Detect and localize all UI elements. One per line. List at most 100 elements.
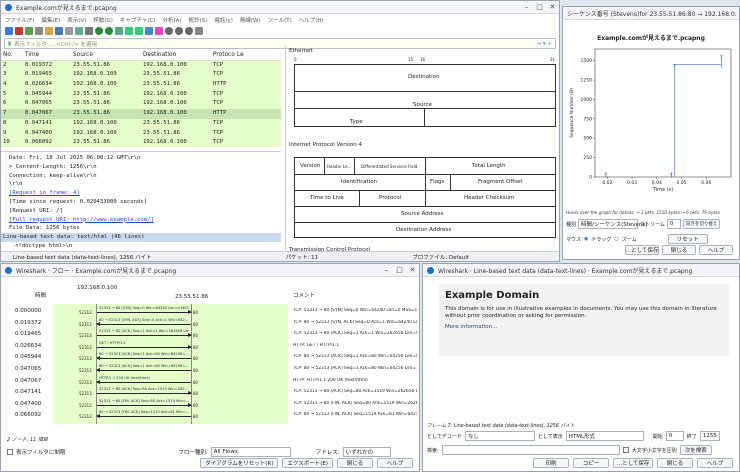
menu-analyze[interactable]: 分析(A) (162, 16, 181, 24)
close-button[interactable]: 閉じる (662, 245, 696, 255)
packet-row[interactable]: 6 0.047065 23.55.51.86 192.168.0.100 TCP (1, 99, 281, 110)
packet-row[interactable]: 8 0.047141 192.168.0.100 23.55.51.86 TCP (1, 118, 281, 129)
resize-columns-icon[interactable] (195, 27, 203, 35)
flow-row[interactable]: 0.019372 52313 80 80 → 52313 [SYN, ACK] Seq… (1, 318, 419, 329)
flow-row[interactable]: 0.047141 52313 80 52313 → 80 [ACK] Seq=80 A… (1, 387, 419, 398)
flow-type-select[interactable]: All Flows (210, 447, 291, 457)
close-icon[interactable]: ✕ (406, 266, 419, 274)
menu-file[interactable]: ファイル(F) (5, 16, 34, 24)
packet-details[interactable]: Date: Fri, 18 Jul 2025 06:08:12 GMT\r\n … (1, 151, 281, 257)
detail-link-request-frame[interactable]: [Request in frame: 4] (1, 189, 281, 198)
reset-diagram-button[interactable]: ダイアグラムをリセット(R) (200, 458, 279, 468)
flow-row[interactable]: 0.026634 52313 80 GET / HTTP/1.1 HTTP: GET /… (1, 341, 419, 352)
col-no[interactable]: No. (1, 51, 23, 60)
export-button[interactable]: エクスポート(E) (282, 458, 333, 468)
start-spinbox[interactable]: 0 (665, 431, 684, 441)
flow-row[interactable]: 0.047067 52313 80 HTTP/1.1 200 OK (text/htm… (1, 376, 419, 387)
minimize-icon[interactable]: – (380, 266, 393, 274)
help-button[interactable]: ヘルプ (697, 458, 733, 468)
first-packet-icon[interactable] (125, 27, 133, 35)
close-icon[interactable]: ✕ (546, 3, 559, 11)
flow-row[interactable]: 0.045944 52313 80 80 → 52313 [ACK] Seq=1 Ac… (1, 352, 419, 363)
zoom-in-icon[interactable] (165, 27, 173, 35)
detail-line-selected[interactable]: Line-based text data: text/html (46 line… (1, 233, 281, 242)
show-as-select[interactable]: HTML形式 (565, 431, 644, 441)
col-time[interactable]: Time (23, 51, 71, 60)
col-destination[interactable]: Destination (141, 51, 211, 60)
detail-line[interactable]: Date: Fri, 18 Jul 2025 06:08:12 GMT\r\n (1, 154, 281, 163)
save-file-icon[interactable] (55, 27, 63, 35)
packet-list[interactable]: No. Time Source Destination Protocol Le … (1, 51, 281, 147)
status-profile[interactable]: プロファイル: Default (412, 253, 469, 261)
start-capture-icon[interactable] (5, 27, 13, 35)
autoscroll-icon[interactable] (145, 27, 153, 35)
detail-line[interactable]: \r\n (1, 180, 281, 189)
packet-row[interactable]: 7 0.047067 23.55.51.86 192.168.0.100 HTTP (1, 109, 281, 119)
detail-line[interactable]: [Request URI: /] (1, 207, 281, 216)
go-back-icon[interactable] (95, 27, 103, 35)
zoom-out-icon[interactable] (175, 27, 183, 35)
packet-row[interactable]: 2 0.019372 23.55.51.86 192.168.0.100 TCP (1, 60, 281, 71)
menu-go[interactable]: 移動(G) (93, 16, 113, 24)
flow-row[interactable]: 0.047400 52313 80 52313 → 80 [FIN, ACK] Seq… (1, 399, 419, 410)
detail-line[interactable]: <!doctype html>\n (1, 242, 281, 251)
flow-row[interactable]: 0.066092 52313 80 80 → 52313 [FIN, ACK] Seq… (1, 410, 419, 421)
close-button[interactable]: 閉じる (657, 458, 693, 468)
detail-line[interactable]: > Content-Length: 1256\r\n (1, 163, 281, 172)
stop-capture-icon[interactable] (15, 27, 23, 35)
flow-row[interactable]: 0.019465 52313 80 52313 → 80 [ACK] Seq=1 Ac… (1, 329, 419, 340)
last-packet-icon[interactable] (135, 27, 143, 35)
menu-help[interactable]: ヘルプ(H) (299, 16, 324, 24)
zoom-radio[interactable]: ○ (614, 236, 618, 242)
save-as-button[interactable]: …として保存 (613, 458, 653, 468)
colorize-icon[interactable] (155, 27, 163, 35)
close-file-icon[interactable] (65, 27, 73, 35)
copy-button[interactable]: コピー (573, 458, 609, 468)
minimize-icon[interactable]: – (520, 3, 533, 11)
more-info-link[interactable]: More information... (445, 324, 723, 330)
menu-capture[interactable]: キャプチャ(C) (120, 16, 156, 24)
col-length[interactable]: Le (235, 51, 281, 60)
maximize-icon[interactable]: □ (533, 3, 546, 11)
detail-line[interactable]: Connection: keep-alive\r\n (1, 172, 281, 181)
packet-row[interactable]: 3 0.019465 192.168.0.100 23.55.51.86 TCP (1, 70, 281, 81)
close-button[interactable]: 閉じる (337, 458, 373, 468)
limit-checkbox[interactable] (7, 449, 13, 455)
normal-size-icon[interactable] (185, 27, 193, 35)
help-button[interactable]: ヘルプ (699, 245, 733, 255)
filter-bookmark-icon[interactable]: ▮ (8, 41, 11, 47)
go-forward-icon[interactable] (105, 27, 113, 35)
packet-row[interactable]: 9 0.047400 192.168.0.100 23.55.51.86 TCP (1, 128, 281, 139)
stream-spinbox[interactable]: 0 (666, 219, 681, 229)
packet-row[interactable]: 10 0.066092 23.55.51.86 192.168.0.100 TCP (1, 138, 281, 147)
drag-radio[interactable]: ◉ (584, 236, 588, 242)
options-icon[interactable] (35, 27, 43, 35)
print-button[interactable]: 印刷 (533, 458, 569, 468)
swap-direction-button[interactable]: 向きを切り替え (682, 219, 721, 229)
menu-wireless[interactable]: 無線(W) (240, 16, 261, 24)
menu-tools[interactable]: ツール(T) (268, 16, 292, 24)
detail-link-full-uri[interactable]: [Full request URI: http://www.example.co… (1, 216, 281, 225)
menu-telephony[interactable]: 電話(y) (214, 16, 233, 24)
graph-type-select[interactable]: 時間/シーケンス(Stevens) (578, 219, 647, 229)
find-next-button[interactable]: 次を検索 (679, 445, 712, 455)
flow-row[interactable]: 0.047065 52313 80 80 → 52313 [ACK] Seq=1 Ac… (1, 364, 419, 375)
col-source[interactable]: Source (71, 51, 141, 60)
packet-row[interactable]: 4 0.026634 192.168.0.100 23.55.51.86 HTTP (1, 80, 281, 90)
html-render-area[interactable]: Example Domain This domain is for use in… (439, 284, 729, 356)
detail-line[interactable]: [Time since request: 0.020433000 seconds… (1, 198, 281, 207)
maximize-icon[interactable]: □ (393, 266, 406, 274)
decode-select[interactable]: なし (464, 431, 535, 441)
menu-edit[interactable]: 編集(E) (41, 16, 60, 24)
help-button[interactable]: ヘルプ (377, 458, 413, 468)
sequence-chart[interactable]: 0 250 500 750 1000 1250 1500 0.02 0.03 0.04 0.05 0.… (563, 43, 740, 193)
go-to-packet-icon[interactable] (115, 27, 123, 35)
restart-capture-icon[interactable] (25, 27, 33, 35)
menu-view[interactable]: 表示(V) (67, 16, 86, 24)
open-file-icon[interactable] (45, 27, 53, 35)
addr-select[interactable]: いずれかの (342, 447, 391, 457)
find-input[interactable] (441, 445, 620, 455)
find-packet-icon[interactable] (85, 27, 93, 35)
end-spinbox[interactable]: 1255 (699, 431, 720, 441)
reload-icon[interactable] (75, 27, 83, 35)
